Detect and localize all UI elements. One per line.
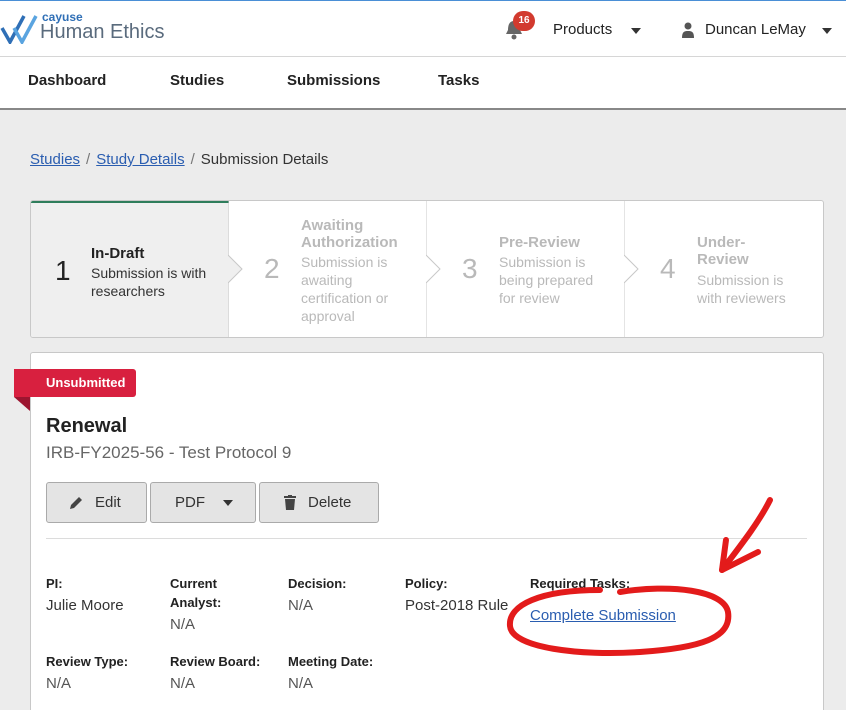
caret-down-icon: [223, 500, 233, 506]
step-under-review: 4 Under-Review Submission is with review…: [640, 201, 823, 337]
pencil-icon: [70, 497, 82, 509]
review-board-label: Review Board:: [170, 654, 261, 669]
pdf-button[interactable]: PDF: [150, 482, 256, 523]
nav-tasks[interactable]: Tasks: [438, 72, 479, 89]
step-description: Submission is being prepared for review: [499, 254, 594, 306]
meeting-date-label: Meeting Date:: [288, 654, 374, 669]
breadcrumb-current: Submission Details: [200, 151, 329, 168]
step-number: 2: [264, 253, 280, 284]
decision-value: N/A: [288, 597, 314, 614]
step-description: Submission is with researchers: [91, 265, 207, 299]
step-pre-review: 3 Pre-Review Submission is being prepare…: [442, 201, 624, 337]
submission-card: [30, 352, 824, 710]
logo-check-icon: [0, 15, 38, 44]
logo-product-name: Human Ethics: [40, 21, 165, 43]
status-badge: Unsubmitted: [14, 369, 137, 397]
products-menu[interactable]: Products: [553, 21, 612, 38]
trash-icon: [284, 495, 296, 510]
review-type-label: Review Type:: [46, 654, 129, 669]
submission-title: Renewal: [46, 415, 128, 437]
pdf-button-label: PDF: [175, 494, 205, 511]
user-menu[interactable]: Duncan LeMay: [705, 21, 806, 38]
breadcrumb-studies[interactable]: Studies: [30, 151, 80, 168]
step-in-draft: 1 In-Draft Submission is with researcher…: [31, 201, 229, 337]
step-description: Submission is awaiting certification or …: [301, 254, 389, 324]
breadcrumb: Studies / Study Details / Submission Details: [30, 151, 328, 168]
review-type-value: N/A: [46, 675, 72, 692]
breadcrumb-separator: /: [86, 151, 91, 168]
policy-label: Policy:: [405, 576, 448, 591]
step-number: 1: [55, 255, 71, 286]
step-title: Pre-Review: [499, 234, 580, 251]
nav-dashboard[interactable]: Dashboard: [28, 72, 106, 89]
top-header: cayuse Human Ethics 16 Products Duncan L…: [0, 0, 846, 57]
caret-down-icon[interactable]: [822, 28, 832, 34]
step-awaiting-authorization: 2 Awaiting Authorization Submission is a…: [244, 201, 426, 337]
edit-button-label: Edit: [95, 494, 121, 511]
breadcrumb-separator: /: [190, 151, 195, 168]
step-description: Submission is with reviewers: [697, 272, 786, 306]
current-analyst-value: N/A: [170, 616, 196, 633]
notification-badge[interactable]: 16: [513, 11, 535, 31]
pi-value: Julie Moore: [46, 597, 124, 614]
main-nav: Dashboard Studies Submissions Tasks: [0, 57, 846, 110]
pi-label: PI:: [46, 576, 63, 591]
decision-label: Decision:: [288, 576, 347, 591]
divider: [46, 538, 807, 539]
ribbon-fold: [14, 397, 30, 411]
policy-value: Post-2018 Rule: [405, 597, 509, 614]
complete-submission-link[interactable]: Complete Submission: [530, 607, 676, 624]
nav-studies[interactable]: Studies: [170, 72, 224, 89]
required-tasks-label: Required Tasks:: [530, 576, 631, 591]
submission-subtitle: IRB-FY2025-56 - Test Protocol 9: [46, 443, 292, 462]
breadcrumb-study-details[interactable]: Study Details: [96, 151, 184, 168]
step-title: Awaiting Authorization: [301, 217, 398, 251]
delete-button-label: Delete: [308, 494, 352, 511]
workflow-steps: 1 In-Draft Submission is with researcher…: [30, 200, 824, 338]
review-board-value: N/A: [170, 675, 196, 692]
step-title: In-Draft: [91, 245, 145, 262]
step-number: 4: [660, 253, 676, 284]
delete-button[interactable]: Delete: [259, 482, 379, 523]
meeting-date-value: N/A: [288, 675, 314, 692]
current-analyst-label: Current Analyst:: [170, 576, 222, 610]
step-title: Under-Review: [697, 234, 749, 268]
nav-submissions[interactable]: Submissions: [287, 72, 380, 89]
step-number: 3: [462, 253, 478, 284]
caret-down-icon[interactable]: [631, 28, 641, 34]
edit-button[interactable]: Edit: [46, 482, 147, 523]
user-icon: [682, 22, 694, 38]
